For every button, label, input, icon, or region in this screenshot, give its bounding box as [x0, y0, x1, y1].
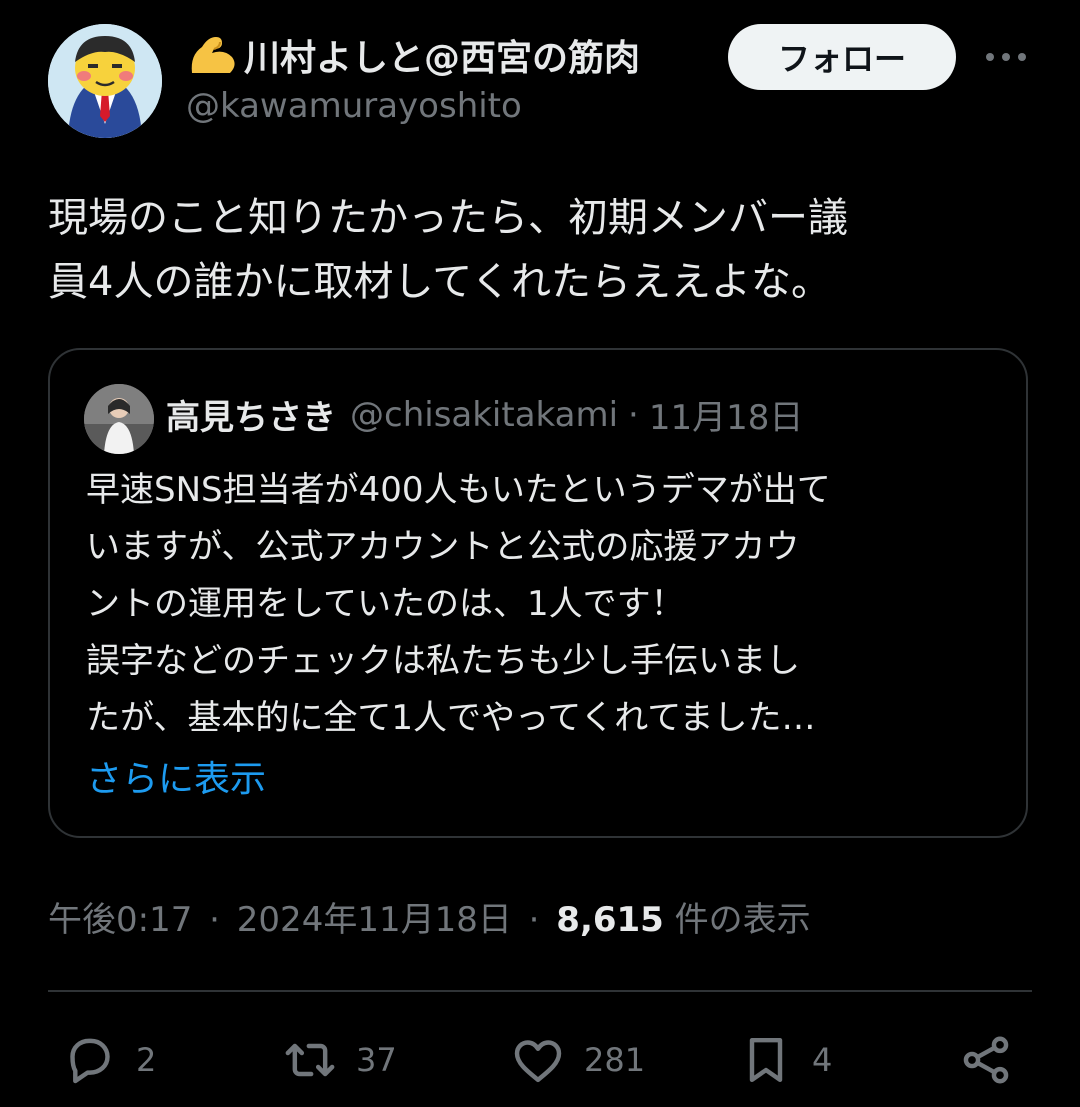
- quoted-text: 早速SNS担当者が400人もいたというデマが出て いますが、公式アカウントと公式…: [86, 462, 1006, 747]
- quoted-text-line: ントの運用をしていたのは、1人です！: [86, 584, 685, 624]
- quoted-author-avatar: [84, 384, 154, 454]
- quoted-text-line: いますが、公式アカウントと公式の応援アカウ: [86, 527, 800, 567]
- more-icon[interactable]: [984, 42, 1028, 72]
- like-button[interactable]: 281: [510, 1030, 645, 1090]
- flexed-biceps-icon: [186, 31, 240, 79]
- separator: ·: [528, 900, 540, 940]
- repost-count: 37: [356, 1041, 397, 1079]
- divider: [48, 990, 1032, 992]
- bookmark-count: 4: [812, 1041, 833, 1079]
- author-name-text: 川村よしと@西宮の筋肉: [244, 38, 641, 79]
- quoted-author-name[interactable]: 高見ちさき: [166, 390, 336, 439]
- view-label: 件の表示: [674, 900, 811, 940]
- post-text-line: 員4人の誰かに取材してくれたらええよな。: [48, 259, 832, 305]
- quoted-text-line: 誤字などのチェックは私たちも少し手伝いまし: [86, 641, 800, 681]
- share-button[interactable]: [958, 1030, 1032, 1090]
- bookmark-button[interactable]: 4: [738, 1030, 832, 1090]
- view-count: 8,615: [556, 900, 664, 940]
- quoted-text-line: 早速SNS担当者が400人もいたというデマが出て: [86, 470, 831, 510]
- heart-icon: [514, 1040, 562, 1083]
- quoted-author-handle[interactable]: @chisakitakami: [350, 395, 618, 435]
- post-time[interactable]: 午後0:17: [48, 900, 192, 940]
- bookmark-icon: [749, 1037, 783, 1083]
- reply-count: 2: [136, 1041, 157, 1079]
- quoted-text-line: たが、基本的に全て1人でやってくれてました…: [86, 698, 816, 738]
- show-more-link[interactable]: さらに表示: [86, 750, 266, 802]
- post-date[interactable]: 2024年11月18日: [237, 900, 512, 940]
- post-meta: 午後0:17 · 2024年11月18日 · 8,615 件の表示: [48, 892, 811, 941]
- author-handle[interactable]: @kawamurayoshito: [186, 86, 522, 126]
- share-icon: [963, 1036, 1009, 1084]
- repost-icon: [285, 1043, 335, 1077]
- post-text-line: 現場のこと知りたかったら、初期メンバー議: [48, 195, 848, 241]
- author-name[interactable]: 川村よしと@西宮の筋肉: [186, 30, 706, 80]
- separator: ·: [628, 394, 639, 435]
- reply-icon: [70, 1038, 110, 1084]
- separator: ·: [209, 900, 220, 940]
- post-text: 現場のこと知りたかったら、初期メンバー議 員4人の誰かに取材してくれたらええよな…: [48, 186, 1038, 314]
- reply-button[interactable]: 2: [62, 1030, 156, 1090]
- quoted-date: 11月18日: [648, 398, 804, 438]
- like-count: 281: [584, 1041, 646, 1079]
- author-avatar[interactable]: [48, 24, 162, 138]
- repost-button[interactable]: 37: [282, 1030, 397, 1090]
- follow-button[interactable]: フォロー: [728, 24, 956, 90]
- quoted-header: 高見ちさき @chisakitakami · 11月18日: [166, 390, 803, 439]
